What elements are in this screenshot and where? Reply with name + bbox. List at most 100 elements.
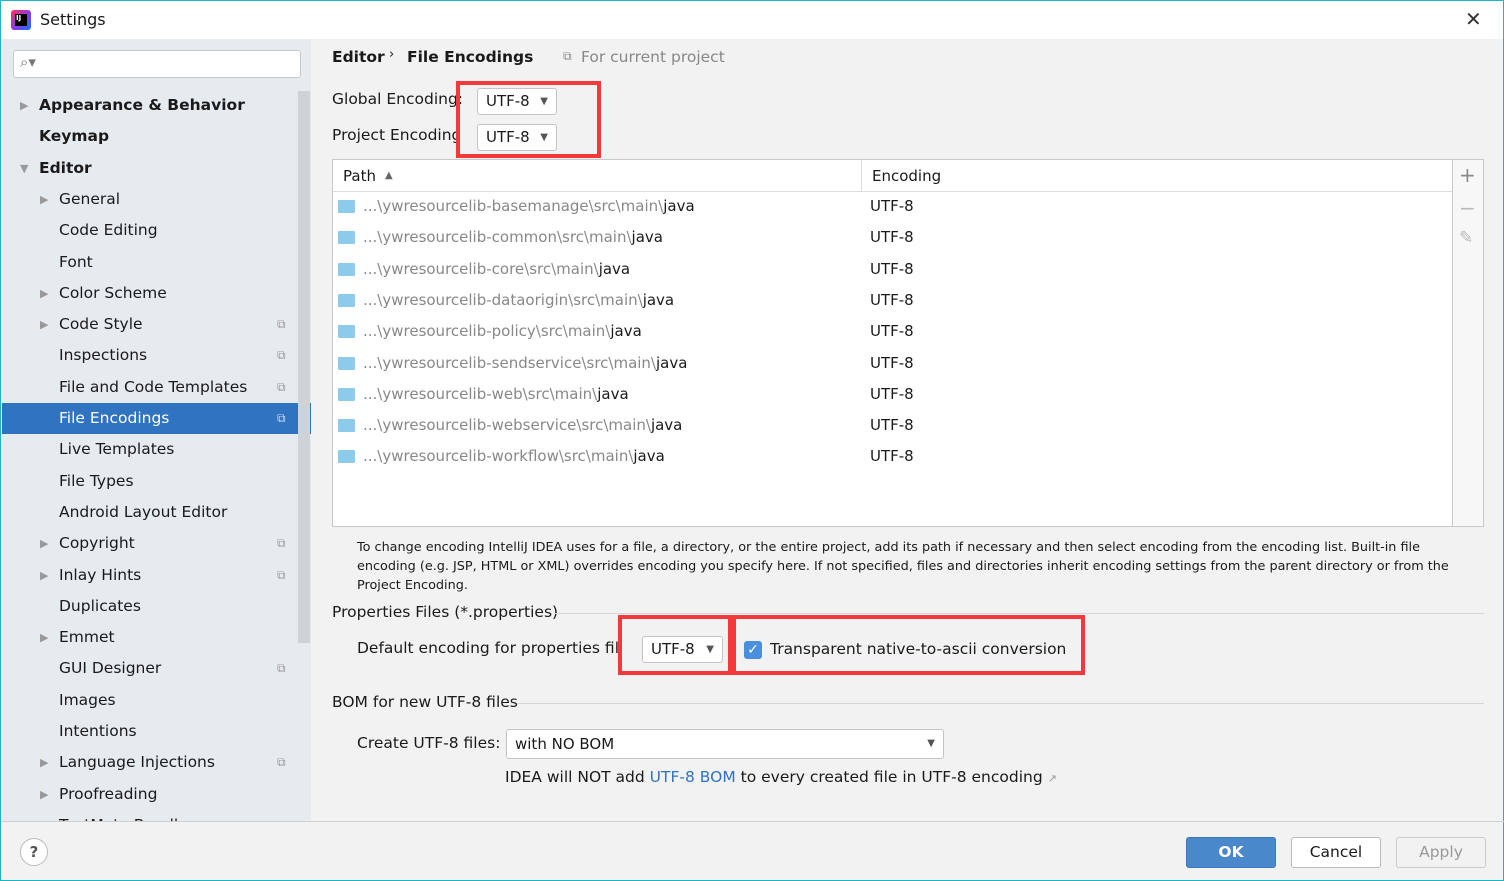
title-bar: IJ Settings ✕ — [1, 1, 1503, 39]
encoding-cell[interactable]: UTF-8 — [870, 410, 914, 441]
sidebar-item-keymap[interactable]: Keymap — [2, 121, 298, 152]
breadcrumb-separator-icon: › — [389, 47, 395, 62]
highlight-box — [732, 615, 1085, 675]
sidebar-item-label: GUI Designer — [59, 659, 162, 678]
sidebar-item-label: Editor — [39, 158, 92, 177]
sidebar-item-file-types[interactable]: File Types — [2, 466, 298, 497]
chevron-down-icon: ▼ — [927, 738, 935, 749]
search-input[interactable]: ⌕▾ — [13, 50, 301, 78]
sidebar-item-file-and-code-templates[interactable]: File and Code Templates ⧉ — [2, 372, 298, 403]
collapsed-arrow-icon[interactable]: ▶ — [20, 90, 28, 121]
sidebar-item-code-style[interactable]: ▶ Code Style ⧉ — [2, 309, 298, 340]
close-icon[interactable]: ✕ — [1465, 7, 1482, 31]
sidebar-item-label: TextMate Bundles — [59, 810, 196, 821]
sidebar-scrollbar[interactable] — [298, 91, 310, 643]
table-row[interactable]: ...\ywresourcelib-dataorigin\src\main\ja… — [333, 285, 1452, 316]
apply-button[interactable]: Apply — [1396, 837, 1486, 868]
sidebar-item-label: Appearance & Behavior — [39, 96, 245, 114]
collapsed-arrow-icon[interactable]: ▶ — [40, 560, 48, 591]
sidebar-item-general[interactable]: ▶ General — [2, 184, 298, 215]
collapsed-arrow-icon[interactable]: ▶ — [40, 278, 48, 309]
encoding-cell[interactable]: UTF-8 — [870, 285, 914, 316]
encoding-cell[interactable]: UTF-8 — [870, 222, 914, 253]
sidebar-item-label: Keymap — [39, 127, 110, 146]
sidebar-item-label: Font — [59, 252, 93, 271]
sidebar-item-images[interactable]: Images — [2, 685, 298, 716]
encoding-cell[interactable]: UTF-8 — [870, 316, 914, 347]
sidebar-item-label: Proofreading — [59, 784, 158, 803]
sidebar-item-duplicates[interactable]: Duplicates — [2, 591, 298, 622]
path-cell: ...\ywresourcelib-webservice\src\main\ja… — [363, 416, 683, 435]
table-toolbar: + − ✎ — [1453, 159, 1484, 527]
encoding-cell[interactable]: UTF-8 — [870, 254, 914, 285]
ok-button[interactable]: OK — [1186, 837, 1276, 868]
encoding-table: Path ▲ Encoding ...\ywresourcelib-basema… — [332, 159, 1453, 527]
sidebar-item-file-encodings[interactable]: File Encodings ⧉ — [2, 403, 311, 434]
project-scope-icon: ⧉ — [277, 411, 286, 425]
sidebar-item-textmate-bundles[interactable]: TextMate Bundles — [2, 810, 298, 821]
sidebar-item-language-injections[interactable]: ▶ Language Injections ⧉ — [2, 747, 298, 778]
intellij-logo-icon: IJ — [11, 10, 31, 30]
table-row[interactable]: ...\ywresourcelib-policy\src\main\java UT… — [333, 316, 1452, 347]
highlight-box — [618, 615, 732, 675]
cancel-button[interactable]: Cancel — [1291, 837, 1381, 868]
table-row[interactable]: ...\ywresourcelib-webservice\src\main\ja… — [333, 410, 1452, 441]
table-row[interactable]: ...\ywresourcelib-workflow\src\main\java… — [333, 441, 1452, 472]
sidebar-item-label: Duplicates — [59, 596, 141, 615]
remove-icon[interactable]: − — [1459, 196, 1476, 220]
sidebar-item-label: Inspections — [59, 346, 148, 365]
encoding-cell[interactable]: UTF-8 — [870, 379, 914, 410]
table-row[interactable]: ...\ywresourcelib-sendservice\src\main\j… — [333, 348, 1452, 379]
collapsed-arrow-icon[interactable]: ▶ — [40, 184, 48, 215]
breadcrumb-parent[interactable]: Editor — [332, 48, 385, 66]
sidebar-item-proofreading[interactable]: ▶ Proofreading — [2, 779, 298, 810]
collapsed-arrow-icon[interactable]: ▶ — [40, 309, 48, 340]
help-button[interactable]: ? — [20, 838, 48, 866]
bom-label: Create UTF-8 files: — [357, 734, 501, 752]
encoding-cell[interactable]: UTF-8 — [870, 441, 914, 472]
sidebar-item-appearance-behavior[interactable]: ▶ Appearance & Behavior — [2, 90, 298, 121]
sidebar-item-font[interactable]: Font — [2, 247, 298, 278]
sidebar-item-copyright[interactable]: ▶ Copyright ⧉ — [2, 528, 298, 559]
sidebar-item-gui-designer[interactable]: GUI Designer ⧉ — [2, 653, 298, 684]
bom-section-title: BOM for new UTF-8 files — [332, 693, 518, 711]
path-cell: ...\ywresourcelib-common\src\main\java — [363, 228, 663, 247]
encoding-cell[interactable]: UTF-8 — [870, 348, 914, 379]
table-row[interactable]: ...\ywresourcelib-basemanage\src\main\ja… — [333, 191, 1452, 222]
expanded-arrow-icon[interactable]: ▼ — [20, 153, 28, 184]
bom-select[interactable]: with NO BOM ▼ — [506, 729, 944, 759]
table-row[interactable]: ...\ywresourcelib-core\src\main\java UTF-… — [333, 254, 1452, 285]
sidebar-item-inspections[interactable]: Inspections ⧉ — [2, 340, 298, 371]
window-title: Settings — [40, 10, 106, 29]
add-icon[interactable]: + — [1459, 163, 1476, 187]
encoding-cell[interactable]: UTF-8 — [870, 191, 914, 222]
path-cell: ...\ywresourcelib-basemanage\src\main\ja… — [363, 197, 695, 215]
sidebar-item-label: Images — [59, 690, 116, 709]
utf8-bom-link[interactable]: UTF-8 BOM — [650, 768, 736, 786]
sidebar-item-emmet[interactable]: ▶ Emmet — [2, 622, 298, 653]
column-header-encoding[interactable]: Encoding — [872, 160, 941, 192]
edit-icon[interactable]: ✎ — [1459, 228, 1473, 248]
sidebar-item-live-templates[interactable]: Live Templates — [2, 434, 298, 465]
collapsed-arrow-icon[interactable]: ▶ — [40, 747, 48, 778]
collapsed-arrow-icon[interactable]: ▶ — [40, 779, 48, 810]
collapsed-arrow-icon[interactable]: ▶ — [40, 528, 48, 559]
sidebar-item-android-layout-editor[interactable]: Android Layout Editor — [2, 497, 298, 528]
sidebar-item-label: Color Scheme — [59, 283, 167, 302]
sidebar-item-inlay-hints[interactable]: ▶ Inlay Hints ⧉ — [2, 560, 298, 591]
bom-note: IDEA will NOT add UTF-8 BOM to every cre… — [505, 768, 1057, 786]
path-cell: ...\ywresourcelib-core\src\main\java — [363, 259, 631, 278]
sidebar-item-editor[interactable]: ▼ Editor — [2, 153, 298, 184]
highlight-box — [456, 81, 601, 158]
table-row[interactable]: ...\ywresourcelib-web\src\main\java UTF-8 — [333, 379, 1452, 410]
sidebar-item-code-editing[interactable]: Code Editing — [2, 215, 298, 246]
sidebar-item-color-scheme[interactable]: ▶ Color Scheme — [2, 278, 298, 309]
folder-icon — [338, 450, 355, 464]
column-header-path[interactable]: Path — [343, 160, 376, 192]
footer-divider — [2, 821, 1504, 822]
encoding-hint: To change encoding IntelliJ IDEA uses fo… — [357, 540, 1449, 593]
sidebar-item-intentions[interactable]: Intentions — [2, 716, 298, 747]
collapsed-arrow-icon[interactable]: ▶ — [40, 622, 48, 653]
table-row[interactable]: ...\ywresourcelib-common\src\main\java UT… — [333, 222, 1452, 253]
sidebar: ⌕▾ ▶ Appearance & Behavior Keymap ▼ Editor ▶ G… — [2, 39, 311, 821]
